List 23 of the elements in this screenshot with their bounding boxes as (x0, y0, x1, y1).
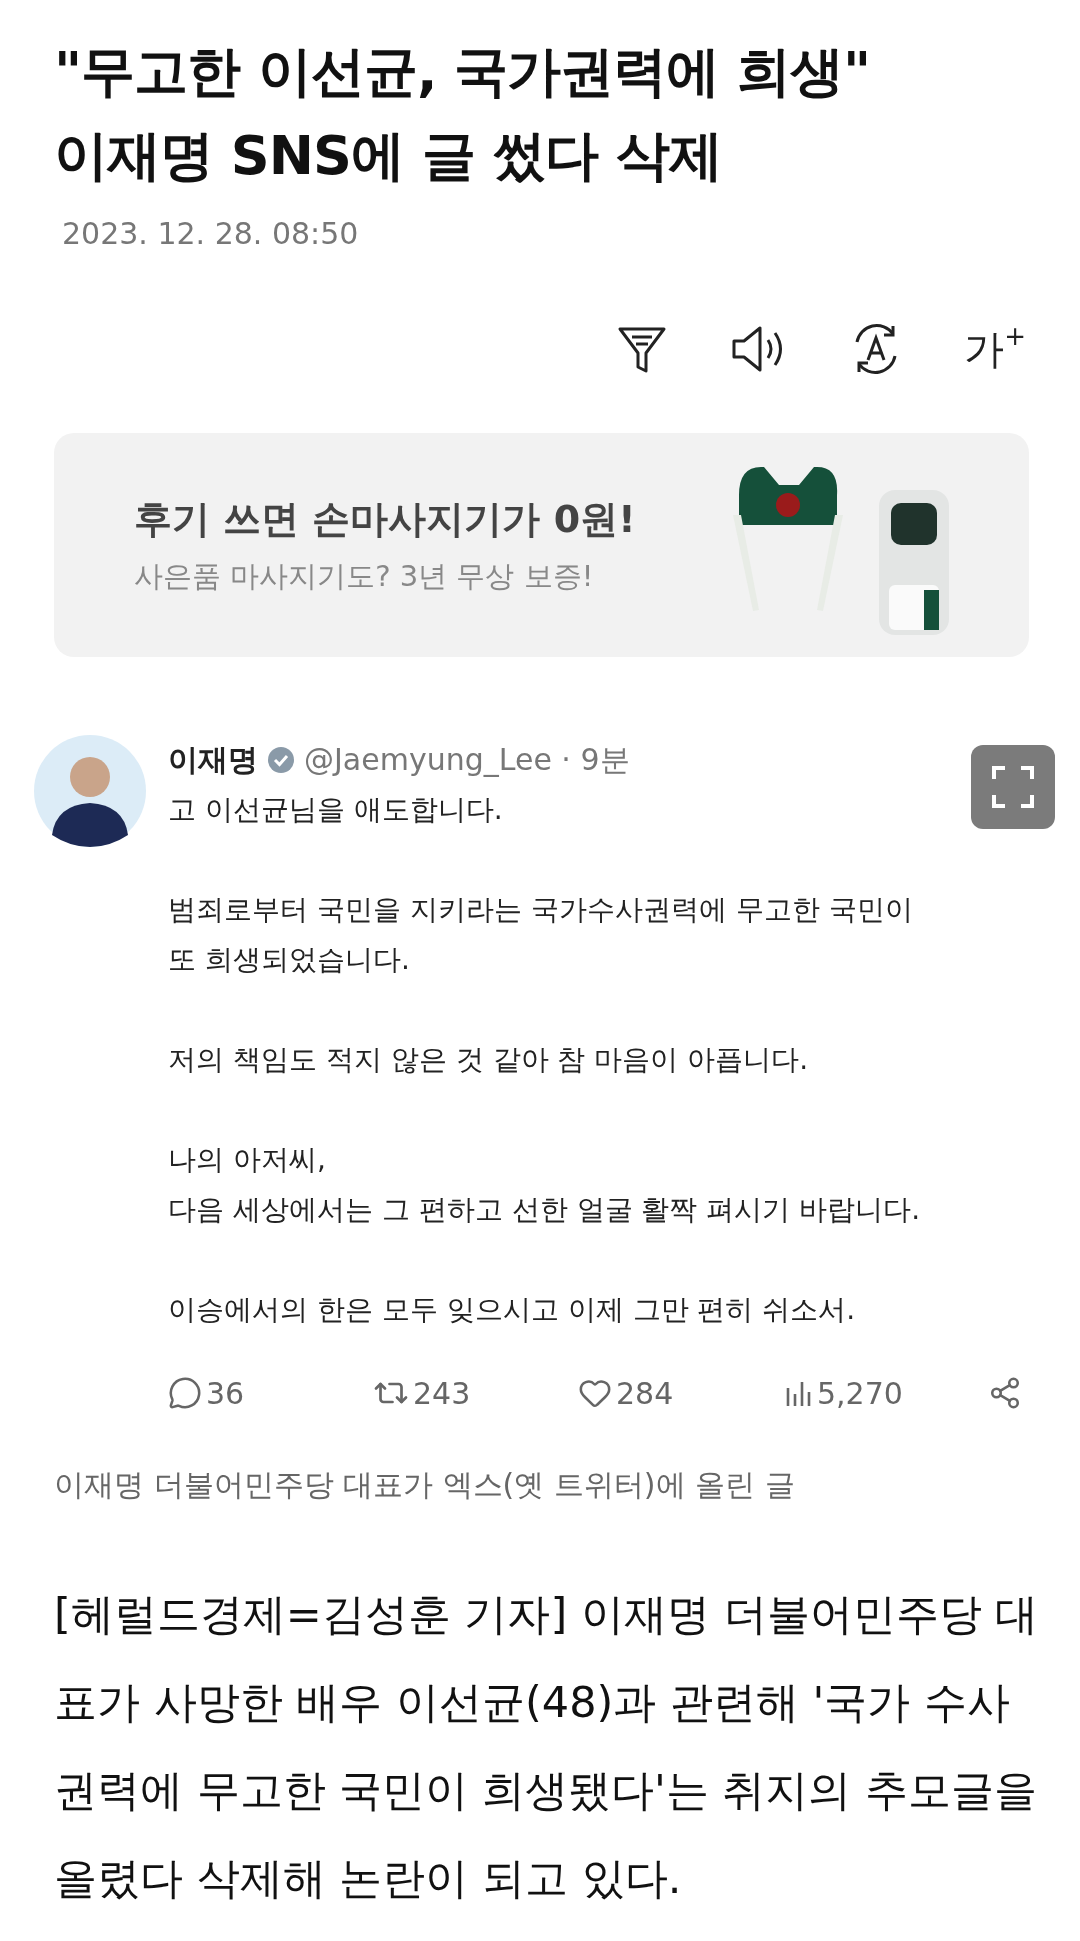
tweet-text: 이승에서의 한은 모두 잊으시고 이제 그만 편히 쉬소서. (168, 1292, 856, 1328)
stat-count: 243 (413, 1375, 471, 1411)
expand-button[interactable] (971, 745, 1055, 829)
article-paragraph: [헤럴드경제=김성훈 기자] 이재명 더불어민주당 대 표가 사망한 배우 이선균(48)과 관련해 '국가 수사 권력에 무고한 국민이 희생됐다'는 취지의 추모글을 올렸다 삭제해 논란이 되고 있다. (54, 1588, 1040, 1905)
fullscreen-icon (991, 765, 1035, 809)
stat-count: 36 (206, 1375, 245, 1411)
font-size-button[interactable]: 가$^{+}$ (964, 317, 1026, 381)
stat-count: 284 (616, 1375, 674, 1411)
publish-date: 2023. 12. 28. 08:50 (62, 216, 360, 251)
tweet-text: 범죄로부터 국민을 지키라는 국가수사권력에 무고한 국민이 또 희생되었습니다. (168, 892, 913, 978)
ad-subtitle: 사은품 마사지기도? 3년 무상 보증! (134, 557, 595, 595)
ad-banner[interactable]: 후기 쓰면 손마사지기가 0원! 사은품 마사지기도? 3년 무상 보증! (54, 433, 1029, 657)
article-headline: "무고한 이선균, 국가권력에 희생" 이재명 SNS에 글 썼다 삭제 (54, 39, 872, 189)
share-icon[interactable] (988, 1376, 1022, 1410)
tweet-text: 저의 책임도 적지 않은 것 같아 참 마음이 아픕니다. (168, 1042, 809, 1078)
tweet-text: 고 이선균님을 애도합니다. (168, 792, 503, 828)
author-handle: @Jaemyung_Lee · 9분 (304, 740, 630, 779)
comment-icon[interactable] (168, 1376, 202, 1410)
image-caption: 이재명 더불어민주당 대표가 엑스(옛 트위터)에 올린 글 (54, 1466, 796, 1504)
stat-count: 5,270 (817, 1375, 903, 1411)
ad-title: 후기 쓰면 손마사지기가 0원! (134, 495, 636, 543)
author-name: 이재명 (168, 740, 258, 779)
tweet-text: 나의 아저씨, 다음 세상에서는 그 편하고 선한 얼굴 활짝 펴시기 바랍니다. (168, 1142, 921, 1228)
